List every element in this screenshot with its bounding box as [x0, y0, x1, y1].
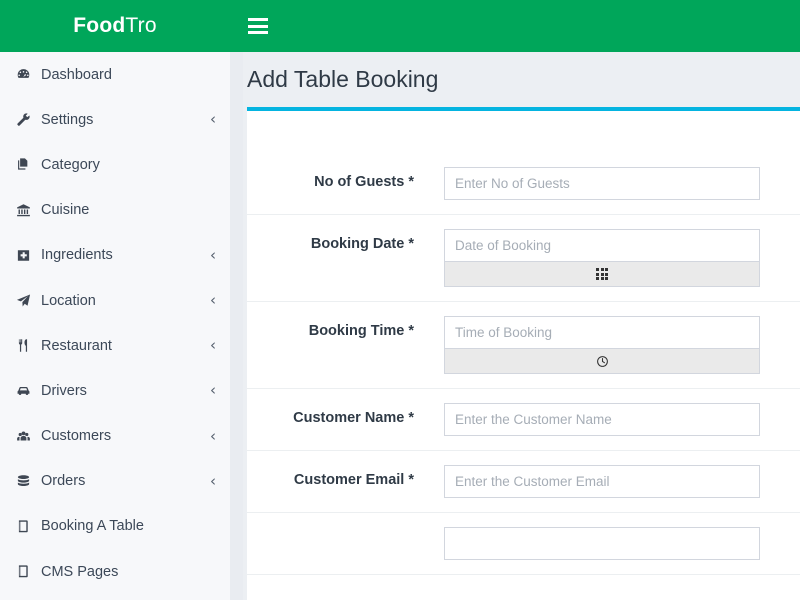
chevron-left-icon[interactable]: ‹: [210, 383, 216, 398]
form-row-booking-date: Booking Date *: [247, 215, 800, 302]
top-navbar: Food Tro: [0, 0, 800, 52]
chevron-left-icon[interactable]: ‹: [210, 112, 216, 127]
form-field-no-of-guests: [444, 167, 784, 200]
cutlery-icon: [16, 338, 38, 353]
form-card: No of Guests * Booking Date * Booking Time…: [247, 107, 800, 600]
sidebar-item-orders[interactable]: Orders ‹: [0, 459, 230, 504]
sidebar-content-gutter: [230, 52, 243, 600]
page-header: Add Table Booking: [243, 52, 800, 107]
chevron-left-icon[interactable]: ‹: [210, 428, 216, 444]
form-row-booking-time: Booking Time *: [247, 302, 800, 389]
page-title: Add Table Booking: [247, 66, 439, 92]
copy-icon: [16, 157, 38, 172]
sidebar-item-label: Ingredients: [41, 247, 113, 264]
booking-time-input[interactable]: [444, 316, 760, 349]
hamburger-bar-2: [248, 24, 268, 28]
next-field-partial-input[interactable]: [444, 527, 760, 560]
form-label-booking-date: Booking Date *: [310, 236, 414, 252]
sidebar-item-label: CMS Pages: [41, 563, 119, 580]
bank-icon: [16, 203, 38, 218]
form-field-next-field-partial: [444, 527, 784, 560]
sidebar-item-cuisine[interactable]: Cuisine: [0, 188, 230, 233]
sidebar-item-category[interactable]: Category: [0, 142, 230, 187]
form-field-customer-email: [444, 465, 784, 498]
calendar-grid-icon: [596, 268, 608, 280]
sidebar-item-drivers[interactable]: Drivers ‹: [0, 368, 230, 413]
form-field-booking-time: [444, 316, 784, 374]
sidebar-item-location[interactable]: Location ‹: [0, 278, 230, 323]
form-label-booking-time: Booking Time *: [308, 323, 414, 339]
paper-plane-icon: [16, 293, 38, 308]
hamburger-bar-3: [248, 31, 268, 34]
sidebar-item-dashboard[interactable]: Dashboard: [0, 52, 230, 97]
sidebar-item-label: Dashboard: [41, 66, 112, 83]
sidebar-item-cms-pages[interactable]: CMS Pages: [0, 549, 230, 594]
form-label-next-field-partial: [247, 527, 444, 534]
form-label-customer-name: Customer Name *: [293, 410, 414, 426]
chevron-left-icon[interactable]: ‹: [210, 473, 216, 489]
car-icon: [16, 383, 38, 398]
brand-logo-light: Tro: [125, 14, 157, 37]
form-field-booking-date: [444, 229, 784, 287]
app-root: Food Tro Dashboard Settings ‹ Category Cuisin…: [0, 0, 800, 600]
brand-logo-strong: Food: [73, 14, 126, 37]
form-row-customer-name: Customer Name *: [247, 389, 800, 451]
users-icon: [16, 429, 38, 444]
sidebar-item-label: Booking A Table: [41, 518, 144, 535]
dashboard-icon: [16, 67, 38, 82]
form-field-customer-name: [444, 403, 784, 436]
sidebar-item-label: Settings: [41, 111, 94, 128]
sidebar-item-settings[interactable]: Settings ‹: [0, 97, 230, 142]
chevron-left-icon[interactable]: ‹: [210, 293, 216, 308]
form-row-next-field-partial: [247, 513, 800, 575]
brand-logo[interactable]: Food Tro: [0, 0, 230, 52]
sidebar-nav: Dashboard Settings ‹ Category Cuisine Ingredi…: [0, 52, 230, 600]
sidebar-item-label: Location: [41, 292, 96, 309]
book-icon: [16, 519, 38, 534]
form-label-no-of-guests: No of Guests *: [314, 174, 414, 190]
book-icon: [16, 564, 38, 579]
sidebar-item-label: Cuisine: [41, 202, 90, 219]
sidebar-item-booking-a-table[interactable]: Booking A Table: [0, 504, 230, 549]
main-content: Add Table Booking No of Guests * Booking …: [243, 52, 800, 600]
booking-time-picker-button[interactable]: [444, 348, 760, 374]
chevron-left-icon[interactable]: ‹: [210, 247, 216, 263]
form-body: No of Guests * Booking Date * Booking Time…: [247, 111, 800, 575]
database-icon: [16, 474, 38, 489]
form-label-customer-email: Customer Email *: [293, 472, 414, 488]
hamburger-bar-1: [248, 18, 268, 21]
sidebar-item-restaurant[interactable]: Restaurant ‹: [0, 323, 230, 368]
customer-email-input[interactable]: [444, 465, 760, 498]
sidebar-item-label: Category: [41, 156, 100, 173]
navbar-left-region: [230, 0, 800, 52]
form-row-customer-email: Customer Email *: [247, 451, 800, 513]
customer-name-input[interactable]: [444, 403, 760, 436]
chevron-left-icon[interactable]: ‹: [210, 338, 216, 353]
hamburger-icon[interactable]: [248, 18, 268, 34]
sidebar-item-label: Customers: [41, 428, 112, 445]
plus-square-icon: [16, 248, 38, 263]
sidebar-item-customers[interactable]: Customers ‹: [0, 414, 230, 459]
clock-icon: [596, 355, 609, 368]
sidebar-item-label: Drivers: [41, 382, 87, 399]
booking-date-input[interactable]: [444, 229, 760, 262]
form-row-no-of-guests: No of Guests *: [247, 153, 800, 215]
no-of-guests-input[interactable]: [444, 167, 760, 200]
sidebar-item-label: Restaurant: [41, 337, 112, 354]
sidebar-item-ingredients[interactable]: Ingredients ‹: [0, 233, 230, 278]
booking-date-picker-button[interactable]: [444, 261, 760, 287]
wrench-icon: [16, 112, 38, 127]
sidebar-item-label: Orders: [41, 473, 86, 490]
